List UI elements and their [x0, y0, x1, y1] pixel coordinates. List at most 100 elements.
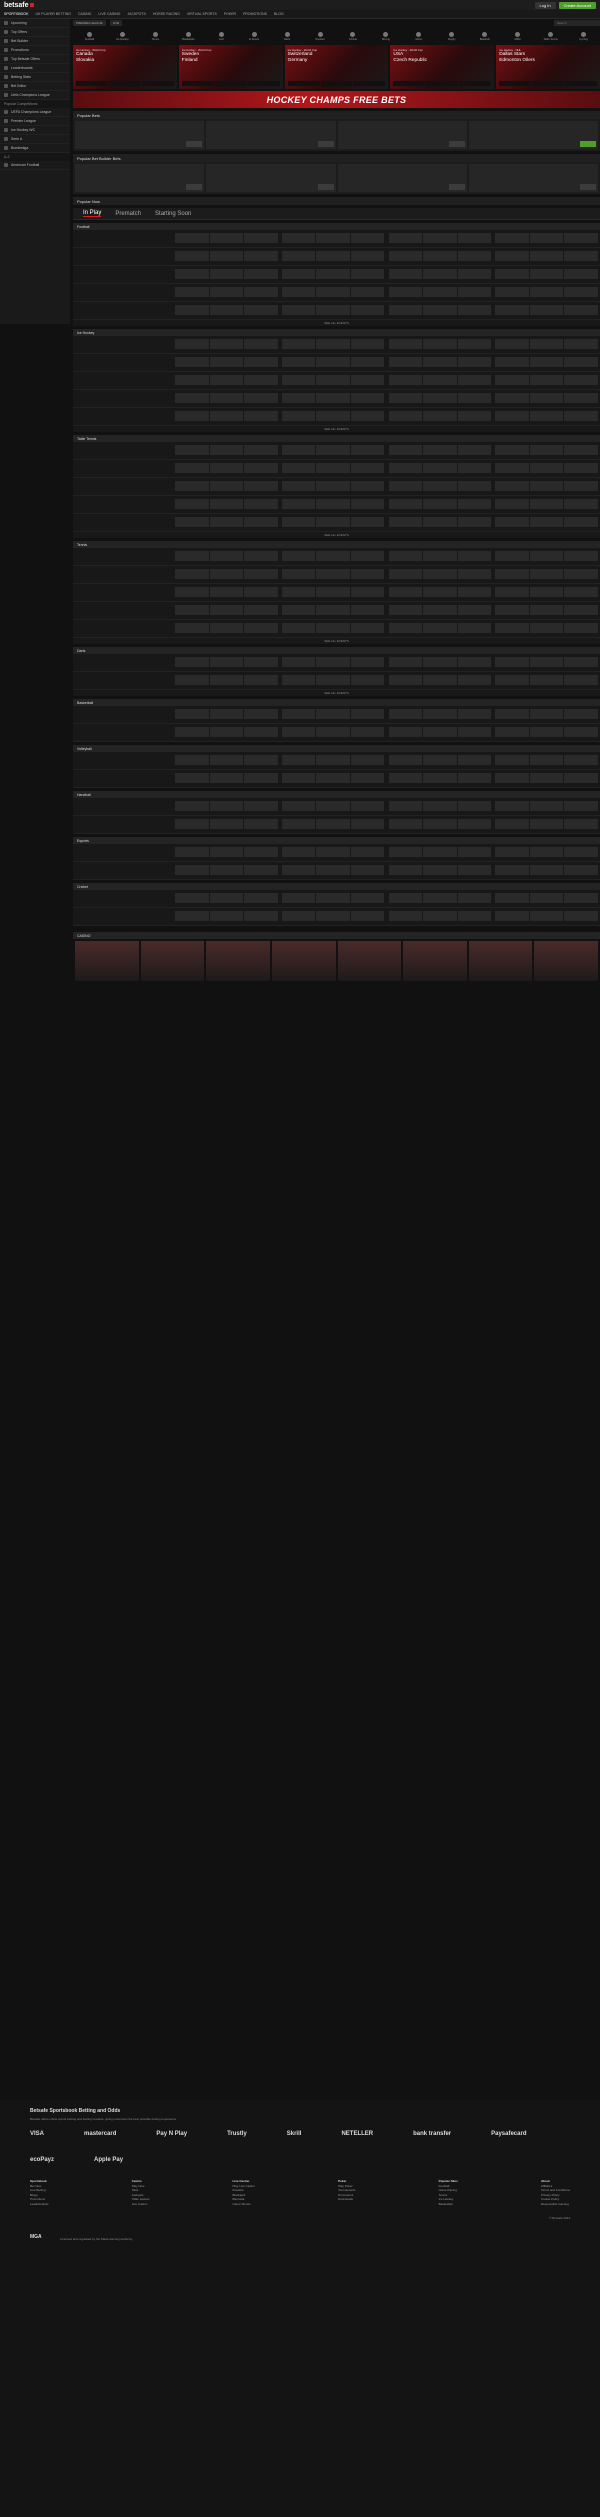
odds-button[interactable]: [423, 375, 457, 385]
odds-button[interactable]: [281, 287, 316, 297]
match-row[interactable]: [73, 496, 600, 514]
add-bet-button[interactable]: [580, 184, 596, 190]
odds-button[interactable]: [423, 517, 457, 527]
casino-tile[interactable]: [140, 941, 205, 981]
odds-button[interactable]: [316, 847, 350, 857]
nav-sportsbook[interactable]: SPORTSBOOK: [4, 12, 28, 16]
sport-rugby[interactable]: Rugby: [435, 29, 468, 43]
odds-button[interactable]: [529, 269, 564, 279]
odds-button[interactable]: [529, 709, 564, 719]
odds-button[interactable]: [495, 847, 529, 857]
odds-button[interactable]: [350, 587, 385, 597]
bet-card[interactable]: [75, 164, 205, 192]
odds-button[interactable]: [316, 819, 350, 829]
odds-button[interactable]: [564, 865, 598, 875]
sport-table-tennis[interactable]: Table Tennis: [534, 29, 567, 43]
casino-tile[interactable]: [468, 941, 533, 981]
odds-button[interactable]: [564, 893, 598, 903]
odds-button[interactable]: [423, 587, 457, 597]
sidebar-item-ucl[interactable]: Uefa Champions League: [0, 91, 70, 100]
match-row[interactable]: [73, 584, 600, 602]
odds-button[interactable]: [209, 755, 244, 765]
sport-golf[interactable]: Golf: [205, 29, 238, 43]
odds-button[interactable]: [457, 517, 492, 527]
odds-button[interactable]: [281, 499, 316, 509]
odds-button[interactable]: [316, 393, 350, 403]
odds-button[interactable]: [388, 463, 423, 473]
odds-button[interactable]: [175, 305, 209, 315]
add-bet-button[interactable]: [448, 141, 465, 147]
match-row[interactable]: [73, 514, 600, 532]
odds-button[interactable]: [388, 773, 423, 783]
odds-button[interactable]: [350, 445, 385, 455]
footer-link[interactable]: Downloads: [338, 2197, 355, 2202]
odds-button[interactable]: [244, 551, 278, 561]
odds-button[interactable]: [281, 847, 316, 857]
bet-card[interactable]: [468, 121, 598, 149]
odds-button[interactable]: [564, 551, 598, 561]
add-bet-button[interactable]: [317, 141, 334, 147]
odds-button[interactable]: [281, 393, 316, 403]
odds-button[interactable]: [423, 865, 457, 875]
hero-card[interactable]: Ice Hockey - NHL Dallas Stars Edmonton O…: [496, 45, 600, 89]
sidebar-item-top-betsafe[interactable]: Top Betsafe Offers: [0, 55, 70, 64]
sidebar-competition[interactable]: Bundesliga: [0, 144, 70, 153]
odds-button[interactable]: [388, 675, 423, 685]
odds-button[interactable]: [281, 605, 316, 615]
add-bet-button[interactable]: [186, 141, 203, 147]
bet-card[interactable]: [206, 164, 336, 192]
odds-button[interactable]: [350, 623, 385, 633]
odds-button[interactable]: [457, 773, 492, 783]
odds-button[interactable]: [175, 499, 209, 509]
odds-button[interactable]: [175, 675, 209, 685]
odds-button[interactable]: [457, 233, 492, 243]
odds-button[interactable]: [388, 893, 423, 903]
odds-button[interactable]: [495, 339, 529, 349]
odds-button[interactable]: [316, 587, 350, 597]
odds-button[interactable]: [281, 865, 316, 875]
odds-button[interactable]: [564, 569, 598, 579]
odds-button[interactable]: [209, 893, 244, 903]
sport-cycling[interactable]: Cycling: [567, 29, 600, 43]
odds-button[interactable]: [532, 81, 565, 86]
odds-button[interactable]: [457, 819, 492, 829]
odds-button[interactable]: [316, 411, 350, 421]
odds-button[interactable]: [564, 755, 598, 765]
add-bet-button[interactable]: [448, 184, 465, 190]
odds-button[interactable]: [564, 305, 598, 315]
sport-ice-hockey[interactable]: Ice Hockey: [106, 29, 139, 43]
odds-button[interactable]: [244, 865, 278, 875]
odds-button[interactable]: [423, 305, 457, 315]
match-row[interactable]: [73, 620, 600, 638]
sidebar-item-bet-builder[interactable]: Bet Builder: [0, 37, 70, 46]
odds-button[interactable]: [495, 893, 529, 903]
odds-button[interactable]: [350, 911, 385, 921]
odds-button[interactable]: [350, 709, 385, 719]
odds-button[interactable]: [209, 411, 244, 421]
odds-button[interactable]: [244, 339, 278, 349]
sidebar-item-upcoming[interactable]: Upcoming: [0, 19, 70, 28]
match-row[interactable]: [73, 908, 600, 926]
match-row[interactable]: [73, 442, 600, 460]
odds-button[interactable]: [388, 551, 423, 561]
odds-button[interactable]: [281, 463, 316, 473]
odds-button[interactable]: [244, 481, 278, 491]
odds-button[interactable]: [529, 411, 564, 421]
odds-button[interactable]: [529, 445, 564, 455]
odds-button[interactable]: [423, 251, 457, 261]
footer-link[interactable]: Terms and Conditions: [541, 2188, 570, 2193]
footer-link[interactable]: Tournaments: [338, 2188, 355, 2193]
odds-button[interactable]: [316, 251, 350, 261]
odds-button[interactable]: [287, 81, 320, 86]
odds-button[interactable]: [529, 819, 564, 829]
sidebar-item-american-football[interactable]: American Football: [0, 161, 70, 170]
odds-button[interactable]: [209, 269, 244, 279]
odds-button[interactable]: [350, 481, 385, 491]
odds-button[interactable]: [281, 269, 316, 279]
promo-banner[interactable]: HOCKEY CHAMPS FREE BETS: [73, 91, 600, 108]
odds-button[interactable]: [529, 657, 564, 667]
odds-button[interactable]: [529, 847, 564, 857]
odds-button[interactable]: [175, 375, 209, 385]
odds-button[interactable]: [423, 605, 457, 615]
odds-button[interactable]: [423, 893, 457, 903]
